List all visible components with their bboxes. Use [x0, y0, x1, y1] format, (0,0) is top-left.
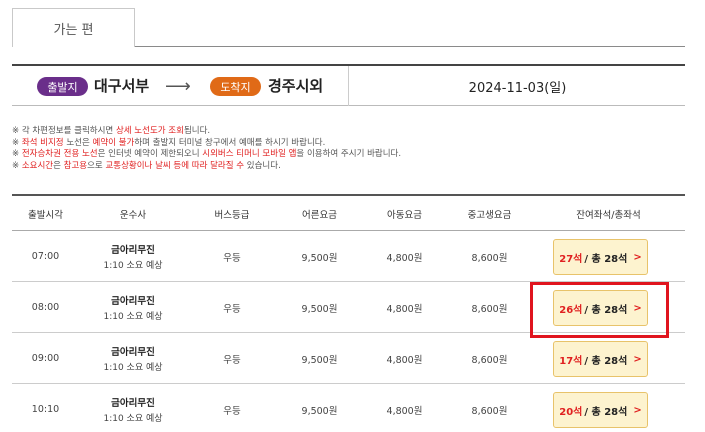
tab-bar: 가는 편 [0, 0, 705, 47]
notice-list: ※ 각 차편정보를 클릭하시면 상세 노선도가 조회됩니다. ※ 좌석 비지정 노… [12, 126, 692, 172]
adult-fare: 9,500원 [301, 303, 338, 315]
header-departure-time: 출발시각 [28, 209, 63, 221]
notice-emphasis: 교통상황이나 날씨 등에 따라 달라질 수 [105, 160, 245, 171]
table-row[interactable]: 10:10 금아리무진 1:10 소요 예상 우등 9,500원 4,800원 … [12, 384, 685, 432]
adult-fare: 9,500원 [301, 354, 338, 366]
student-fare: 8,600원 [471, 252, 508, 264]
bus-grade: 우등 [223, 354, 241, 366]
notice-item: ※ 각 차편정보를 클릭하시면 상세 노선도가 조회됩니다. [12, 126, 692, 138]
departure-time: 07:00 [31, 251, 60, 262]
header-operator: 운수사 [119, 209, 147, 221]
student-fare: 8,600원 [471, 354, 508, 366]
header-child-fare: 아동요금 [387, 209, 422, 221]
notice-text: 됩니다. [183, 126, 211, 136]
child-fare: 4,800원 [386, 405, 423, 417]
chevron-right-icon: > [633, 404, 642, 416]
departure-city: 대구서부 [94, 77, 150, 95]
header-student-fare: 중고생요금 [467, 209, 512, 221]
operator-cell: 금아리무진 1:10 소요 예상 [79, 282, 187, 333]
seat-select-button[interactable]: 17석 / 총 28석 > [553, 341, 648, 377]
notice-emphasis: 상세 노선도가 조회 [115, 126, 184, 136]
student-fare: 8,600원 [471, 405, 508, 417]
notice-emphasis: 예약이 불가 [92, 137, 135, 148]
seat-select-button[interactable]: 20석 / 총 28석 > [553, 392, 648, 428]
adult-fare: 9,500원 [301, 252, 338, 264]
operator-name: 금아리무진 [111, 398, 155, 409]
student-fare: 8,600원 [471, 303, 508, 315]
remaining-seats: 17석 [559, 355, 583, 367]
adult-fare: 9,500원 [301, 405, 338, 417]
arrival-city: 경주시외 [268, 77, 324, 95]
operator-name: 금아리무진 [111, 245, 155, 256]
notice-text: 은 인터넷 예약이 제한되오니 [97, 149, 203, 159]
duration: 1:10 소요 예상 [103, 261, 163, 271]
departure-time: 10:10 [31, 404, 60, 415]
duration: 1:10 소요 예상 [103, 363, 163, 373]
notice-text: 을 이용하여 주시기 바랍니다. [296, 149, 402, 159]
departure-time: 08:00 [31, 302, 60, 313]
tab-divider [135, 46, 685, 47]
chevron-right-icon: > [633, 251, 642, 263]
tab-outbound[interactable]: 가는 편 [12, 8, 135, 47]
bus-grade: 우등 [223, 405, 241, 417]
notice-text: 노선은 [63, 137, 93, 148]
header-bus-grade: 버스등급 [214, 209, 250, 221]
route-cities: 출발지 대구서부 ⟶ 도착지 경주시외 [12, 66, 349, 106]
route-summary: 출발지 대구서부 ⟶ 도착지 경주시외 2024-11-03(일) [12, 64, 685, 106]
remaining-seats: 20석 [559, 406, 583, 418]
child-fare: 4,800원 [386, 303, 423, 315]
total-seats: / 총 28석 [584, 406, 628, 418]
operator-cell: 금아리무진 1:10 소요 예상 [79, 333, 187, 384]
notice-text: 있습니다. [244, 160, 281, 171]
departure-time: 09:00 [31, 353, 60, 364]
notice-emphasis: 시외버스 티머니 모바일 앱 [202, 149, 297, 159]
travel-date: 2024-11-03(일) [468, 80, 567, 96]
operator-name: 금아리무진 [111, 296, 155, 307]
selection-highlight [530, 282, 669, 338]
notice-text: 은 [53, 160, 64, 171]
bus-grade: 우등 [223, 303, 241, 315]
child-fare: 4,800원 [386, 354, 423, 366]
total-seats: / 총 28석 [584, 253, 628, 265]
notice-emphasis: 전자승차권 전용 노선 [21, 149, 98, 159]
operator-cell: 금아리무진 1:10 소요 예상 [79, 384, 187, 432]
departure-badge: 출발지 [37, 77, 88, 96]
duration: 1:10 소요 예상 [103, 414, 163, 424]
arrow-right-icon: ⟶ [165, 76, 191, 97]
operator-name: 금아리무진 [111, 347, 155, 358]
chevron-right-icon: > [633, 353, 642, 365]
child-fare: 4,800원 [386, 252, 423, 264]
notice-emphasis: 좌석 비지정 [21, 137, 64, 148]
duration: 1:10 소요 예상 [103, 312, 163, 322]
notice-item: ※ 소요시간은 참고용으로 교통상황이나 날씨 등에 따라 달라질 수 있습니다… [12, 161, 692, 173]
bus-grade: 우등 [223, 252, 241, 264]
operator-cell: 금아리무진 1:10 소요 예상 [79, 231, 187, 282]
notice-emphasis: 참고용 [63, 160, 88, 171]
notice-emphasis: 소요시간 [21, 160, 54, 171]
notice-text: 각 차편정보를 클릭하시면 [19, 126, 116, 136]
table-row[interactable]: 07:00 금아리무진 1:10 소요 예상 우등 9,500원 4,800원 … [12, 231, 685, 282]
notice-item: ※ 좌석 비지정 노선은 예약이 불가하며 출발지 터미널 창구에서 예매를 하… [12, 138, 692, 150]
header-seats: 잔여좌석/총좌석 [576, 209, 641, 221]
remaining-seats: 27석 [559, 253, 583, 265]
total-seats: / 총 28석 [584, 355, 628, 367]
seat-select-button[interactable]: 27석 / 총 28석 > [553, 239, 648, 275]
table-row[interactable]: 09:00 금아리무진 1:10 소요 예상 우등 9,500원 4,800원 … [12, 333, 685, 384]
table-header: 출발시각 운수사 버스등급 어른요금 아동요금 중고생요금 잔여좌석/총좌석 [12, 196, 685, 231]
arrival-badge: 도착지 [210, 77, 261, 96]
notice-text: 하며 출발지 터미널 창구에서 예매를 하시기 바랍니다. [134, 137, 326, 148]
notice-item: ※ 전자승차권 전용 노선은 인터넷 예약이 제한되오니 시외버스 티머니 모바… [12, 149, 692, 161]
notice-text: 으로 [87, 160, 106, 171]
header-adult-fare: 어른요금 [302, 209, 337, 221]
